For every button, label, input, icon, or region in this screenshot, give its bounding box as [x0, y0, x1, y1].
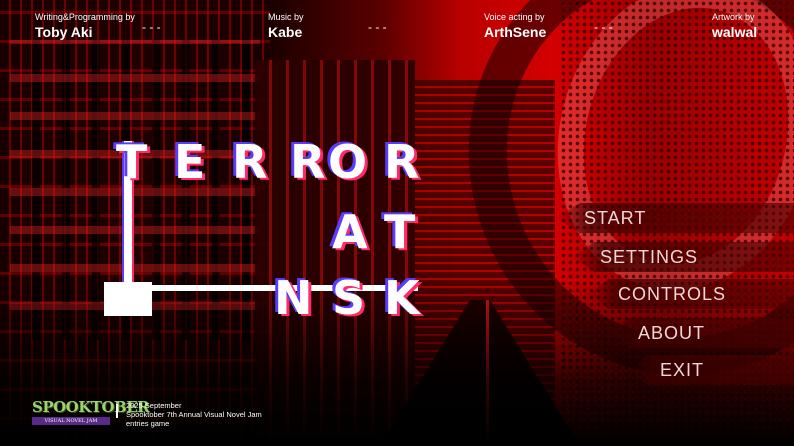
jam-entry: entries game [126, 419, 170, 428]
credit-role: Music by [268, 12, 304, 22]
credit-separator: - - - [142, 20, 161, 34]
controls-button[interactable]: CONTROLS [588, 279, 794, 309]
title-letter: R [384, 135, 420, 189]
jam-event: Spooktober 7th Annual Visual Novel Jam [126, 410, 262, 419]
spooktober-logo-subtitle: VISUAL NOVEL JAM [32, 417, 110, 425]
credit-writing: Writing&Programming by Toby Aki [35, 12, 135, 41]
title-letter: R [290, 135, 326, 189]
credit-separator: - - - [594, 20, 613, 34]
exit-button[interactable]: EXIT [630, 355, 794, 385]
credit-role: Writing&Programming by [35, 12, 135, 22]
credit-name: Kabe [268, 24, 303, 40]
background-road-line [486, 300, 489, 446]
credit-name: Toby Aki [35, 24, 93, 40]
title-letter: R [232, 135, 268, 189]
credit-name: walwal [712, 24, 758, 40]
title-letter: O [328, 135, 368, 189]
about-label: ABOUT [638, 322, 706, 343]
game-title-logo: T E R R O R A T N S K [104, 135, 434, 325]
credit-role: Voice acting by [484, 12, 545, 22]
credit-name: ArthSene [484, 24, 547, 40]
title-letter: N [274, 271, 313, 325]
settings-button[interactable]: SETTINGS [572, 242, 794, 272]
title-letter: A [332, 205, 368, 259]
spooktober-logo: SPOOKTOBER VISUAL NOVEL JAM [32, 399, 150, 427]
background-building-mid [415, 80, 555, 446]
credit-role: Artwork by [712, 12, 755, 22]
controls-label: CONTROLS [618, 283, 727, 304]
title-letter: E [174, 135, 206, 189]
jam-date: 2025 September [126, 401, 182, 410]
title-letter: K [384, 271, 420, 325]
credit-separator: - - - [368, 20, 387, 34]
title-screen: Writing&Programming by Toby Aki - - - Mu… [0, 0, 794, 446]
credit-music: Music by Kabe [268, 12, 304, 41]
credit-voice: Voice acting by ArthSene [484, 12, 546, 41]
about-button[interactable]: ABOUT [610, 318, 794, 348]
credit-artwork: Artwork by walwal [712, 12, 757, 41]
title-letter: T [116, 135, 148, 189]
logo-base-block [104, 282, 152, 316]
start-label: START [584, 207, 647, 228]
exit-label: EXIT [660, 359, 705, 380]
footer-divider [116, 404, 118, 418]
settings-label: SETTINGS [600, 246, 699, 267]
start-button[interactable]: START [556, 203, 794, 233]
title-letter: T [384, 205, 416, 259]
title-letter: S [332, 271, 366, 325]
logo-underline [106, 285, 418, 291]
